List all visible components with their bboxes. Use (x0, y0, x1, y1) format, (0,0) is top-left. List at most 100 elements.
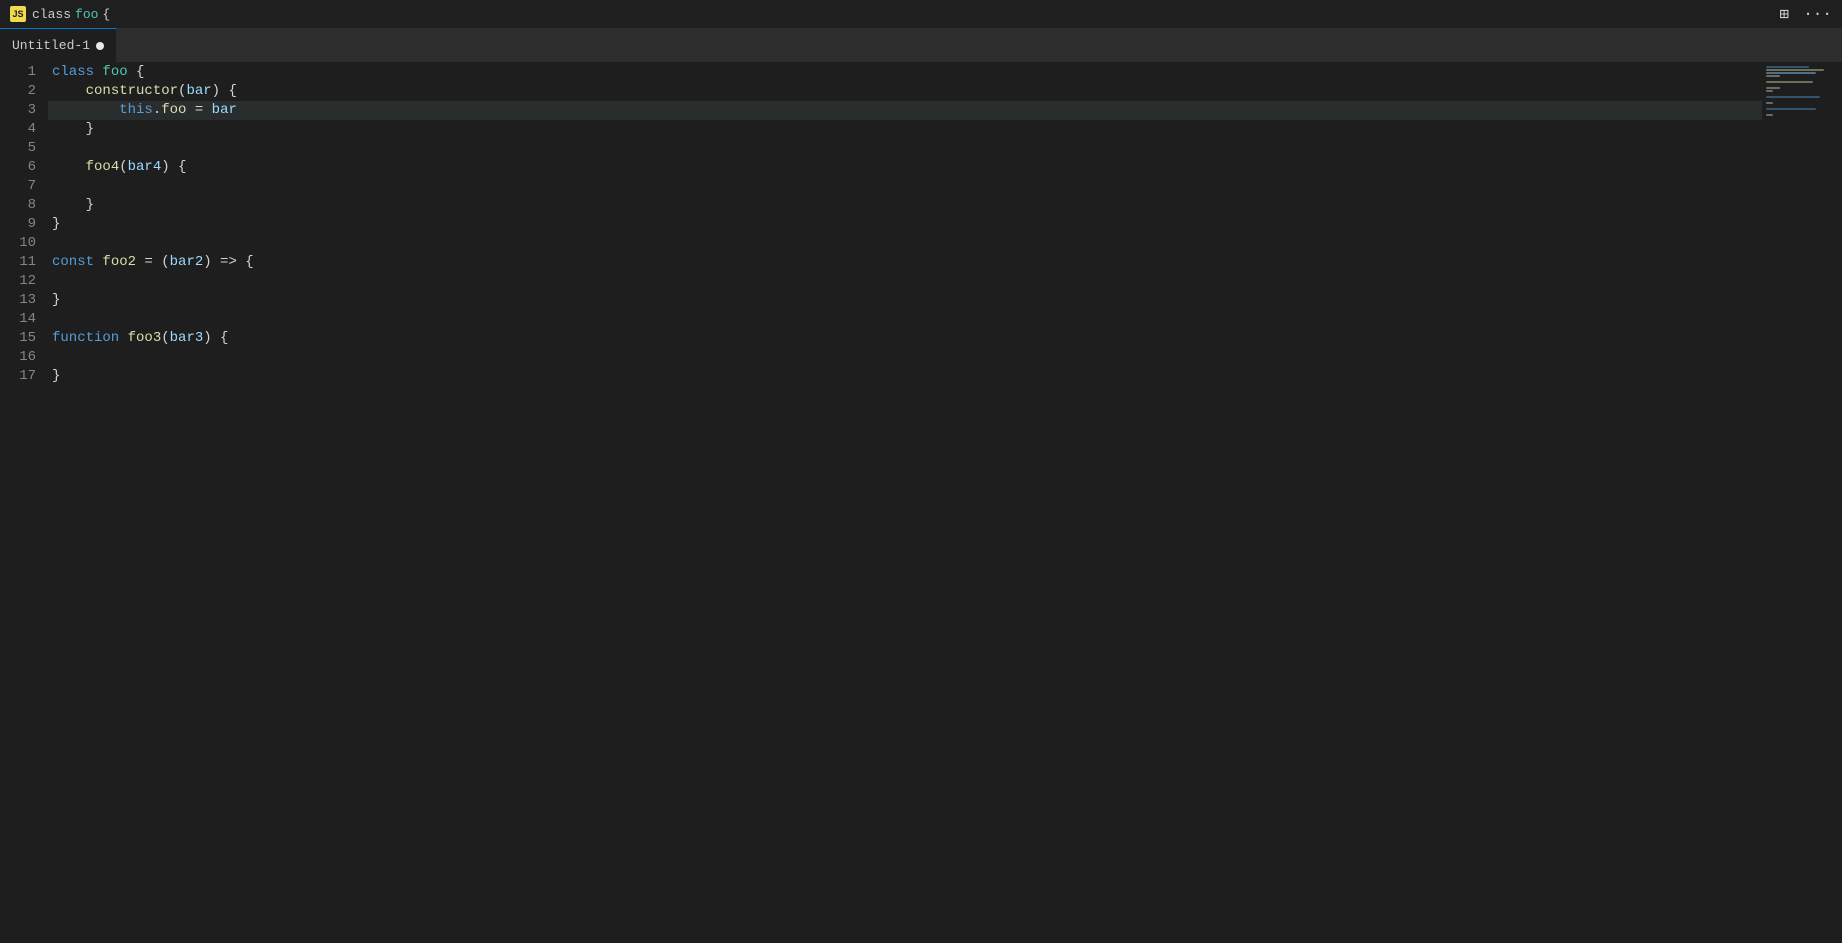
token: foo2 (102, 253, 136, 272)
breadcrumb-class-name: foo (75, 7, 98, 22)
token: } (52, 367, 60, 386)
code-line-7 (48, 177, 1762, 196)
title-bar-left: JS class foo { (10, 6, 110, 22)
token: = (186, 101, 211, 120)
line-number-10: 10 (10, 234, 36, 253)
code-line-9: } (48, 215, 1762, 234)
line-number-4: 4 (10, 120, 36, 139)
token: bar3 (170, 329, 204, 348)
token: bar4 (128, 158, 162, 177)
line-number-15: 15 (10, 329, 36, 348)
token: } (52, 291, 60, 310)
token: function (52, 329, 119, 348)
title-bar-right: ⊞ ··· (1780, 4, 1832, 24)
token: } (52, 196, 94, 215)
token: ) { (203, 329, 228, 348)
token: constructor (86, 82, 178, 101)
token: foo (161, 101, 186, 120)
token: = ( (136, 253, 170, 272)
token: } (52, 120, 94, 139)
token: } (52, 215, 60, 234)
minimap-line-13 (1766, 102, 1773, 105)
title-bar: JS class foo { ⊞ ··· (0, 0, 1842, 28)
minimap-line-11 (1766, 96, 1820, 99)
minimap-line-1 (1766, 66, 1809, 69)
token: ) => { (203, 253, 253, 272)
code-line-12 (48, 272, 1762, 291)
minimap-line-15 (1766, 108, 1816, 111)
token: bar (186, 82, 211, 101)
line-number-16: 16 (10, 348, 36, 367)
tab-bar: Untitled-1 (0, 28, 1842, 63)
js-language-icon: JS (10, 6, 26, 22)
breadcrumb-brace: { (102, 7, 110, 22)
code-line-16 (48, 348, 1762, 367)
split-editor-icon[interactable]: ⊞ (1780, 4, 1790, 24)
minimap-line-6 (1766, 81, 1813, 84)
token: ( (161, 329, 169, 348)
token (52, 82, 86, 101)
line-number-14: 14 (10, 310, 36, 329)
token: ) { (212, 82, 237, 101)
token: ) { (161, 158, 186, 177)
token (94, 63, 102, 82)
token: bar (212, 101, 237, 120)
line-number-3: 3 (10, 101, 36, 120)
token (94, 253, 102, 272)
line-number-6: 6 (10, 158, 36, 177)
line-number-12: 12 (10, 272, 36, 291)
minimap-line-3 (1766, 72, 1816, 75)
code-line-3: this.foo = bar (48, 101, 1762, 120)
code-line-10 (48, 234, 1762, 253)
breadcrumb-class-keyword: class (32, 7, 71, 22)
code-editor[interactable]: class foo { constructor(bar) { this.foo … (48, 63, 1762, 943)
minimap (1762, 63, 1842, 943)
code-line-14 (48, 310, 1762, 329)
minimap-line-9 (1766, 90, 1773, 93)
code-line-17: } (48, 367, 1762, 386)
line-number-7: 7 (10, 177, 36, 196)
token: foo3 (128, 329, 162, 348)
line-number-17: 17 (10, 367, 36, 386)
minimap-line-2 (1766, 69, 1824, 72)
minimap-line-8 (1766, 87, 1780, 90)
token: ( (119, 158, 127, 177)
line-number-2: 2 (10, 82, 36, 101)
line-number-13: 13 (10, 291, 36, 310)
line-number-9: 9 (10, 215, 36, 234)
line-number-11: 11 (10, 253, 36, 272)
code-line-15: function foo3(bar3) { (48, 329, 1762, 348)
breadcrumb: class foo { (32, 7, 110, 22)
code-line-13: } (48, 291, 1762, 310)
line-number-8: 8 (10, 196, 36, 215)
token: ( (178, 82, 186, 101)
token: const (52, 253, 94, 272)
code-line-4: } (48, 120, 1762, 139)
more-actions-icon[interactable]: ··· (1803, 5, 1832, 23)
line-numbers: 1234567891011121314151617 (0, 63, 48, 943)
code-line-2: constructor(bar) { (48, 82, 1762, 101)
code-line-11: const foo2 = (bar2) => { (48, 253, 1762, 272)
minimap-line-17 (1766, 114, 1773, 117)
token: . (153, 101, 161, 120)
token: foo4 (86, 158, 120, 177)
token: bar2 (170, 253, 204, 272)
token (52, 101, 119, 120)
code-line-8: } (48, 196, 1762, 215)
token: this (119, 101, 153, 120)
token: foo (102, 63, 127, 82)
minimap-line-4 (1766, 75, 1780, 78)
token (119, 329, 127, 348)
tab-modified-dot (96, 42, 104, 50)
code-line-6: foo4(bar4) { (48, 158, 1762, 177)
token: { (128, 63, 145, 82)
editor-container: 1234567891011121314151617 class foo { co… (0, 63, 1842, 943)
code-line-1: class foo { (48, 63, 1762, 82)
code-line-5 (48, 139, 1762, 158)
tab-untitled-1[interactable]: Untitled-1 (0, 28, 117, 62)
tab-label: Untitled-1 (12, 38, 90, 53)
token: class (52, 63, 94, 82)
line-number-1: 1 (10, 63, 36, 82)
token (52, 158, 86, 177)
line-number-5: 5 (10, 139, 36, 158)
